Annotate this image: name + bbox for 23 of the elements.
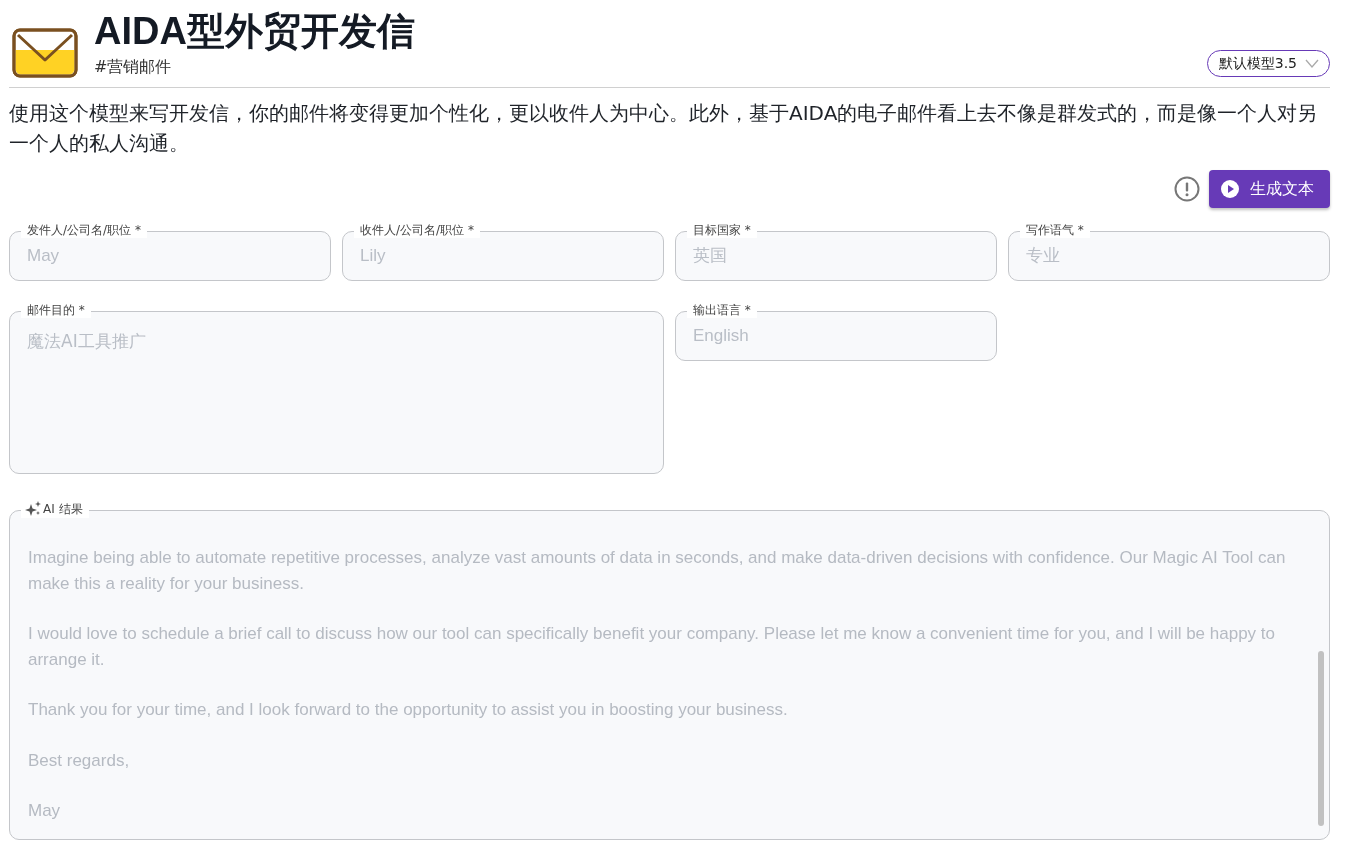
chevron-down-icon (1305, 59, 1319, 68)
category-tag: #营销邮件 (94, 56, 1207, 78)
description-text: 使用这个模型来写开发信，你的邮件将变得更加个性化，更以收件人为中心。此外，基于AIDA的电子邮件看上去不像是群发式的，而是像一个人对另一个人的私人沟通。 (9, 100, 1319, 157)
sparkle-icon (25, 501, 42, 517)
result-paragraph: Thank you for your time, and I look forward to the opportunity to assist you in boosting your business. (28, 699, 789, 721)
info-icon[interactable] (1174, 176, 1200, 202)
field-label: 目标国家 * (687, 222, 757, 238)
field-label: 邮件目的 * (21, 302, 91, 318)
result-label: AI 结果 (43, 501, 83, 518)
result-paragraph: May (28, 800, 62, 822)
envelope-icon (12, 26, 78, 78)
generate-button[interactable]: 生成文本 (1209, 170, 1330, 208)
field-label: 写作语气 * (1020, 222, 1090, 238)
play-icon (1221, 180, 1239, 198)
result-paragraph: Imagine being able to automate repetitive processes, analyze vast amounts of data in seconds, and make data-driven decisions with confidence. Our Magic AI Tool can make this a reality for your business. (28, 547, 1287, 595)
model-dropdown[interactable]: 默认模型3.5 (1206, 50, 1330, 77)
page-title: AIDA型外贸开发信 (94, 9, 416, 54)
field-label: 输出语言 * (687, 302, 757, 318)
result-paragraph: I would love to schedule a brief call to discuss how our tool can specifically benefit your company. Please let me know a convenient time for you, and I will be happy to arrange it. (28, 623, 1277, 671)
scrollbar-thumb[interactable] (1318, 651, 1324, 826)
field-label: 收件人/公司名/职位 * (354, 222, 480, 238)
field-label: 发件人/公司名/职位 * (21, 222, 147, 238)
result-paragraph: Best regards, (28, 749, 131, 772)
